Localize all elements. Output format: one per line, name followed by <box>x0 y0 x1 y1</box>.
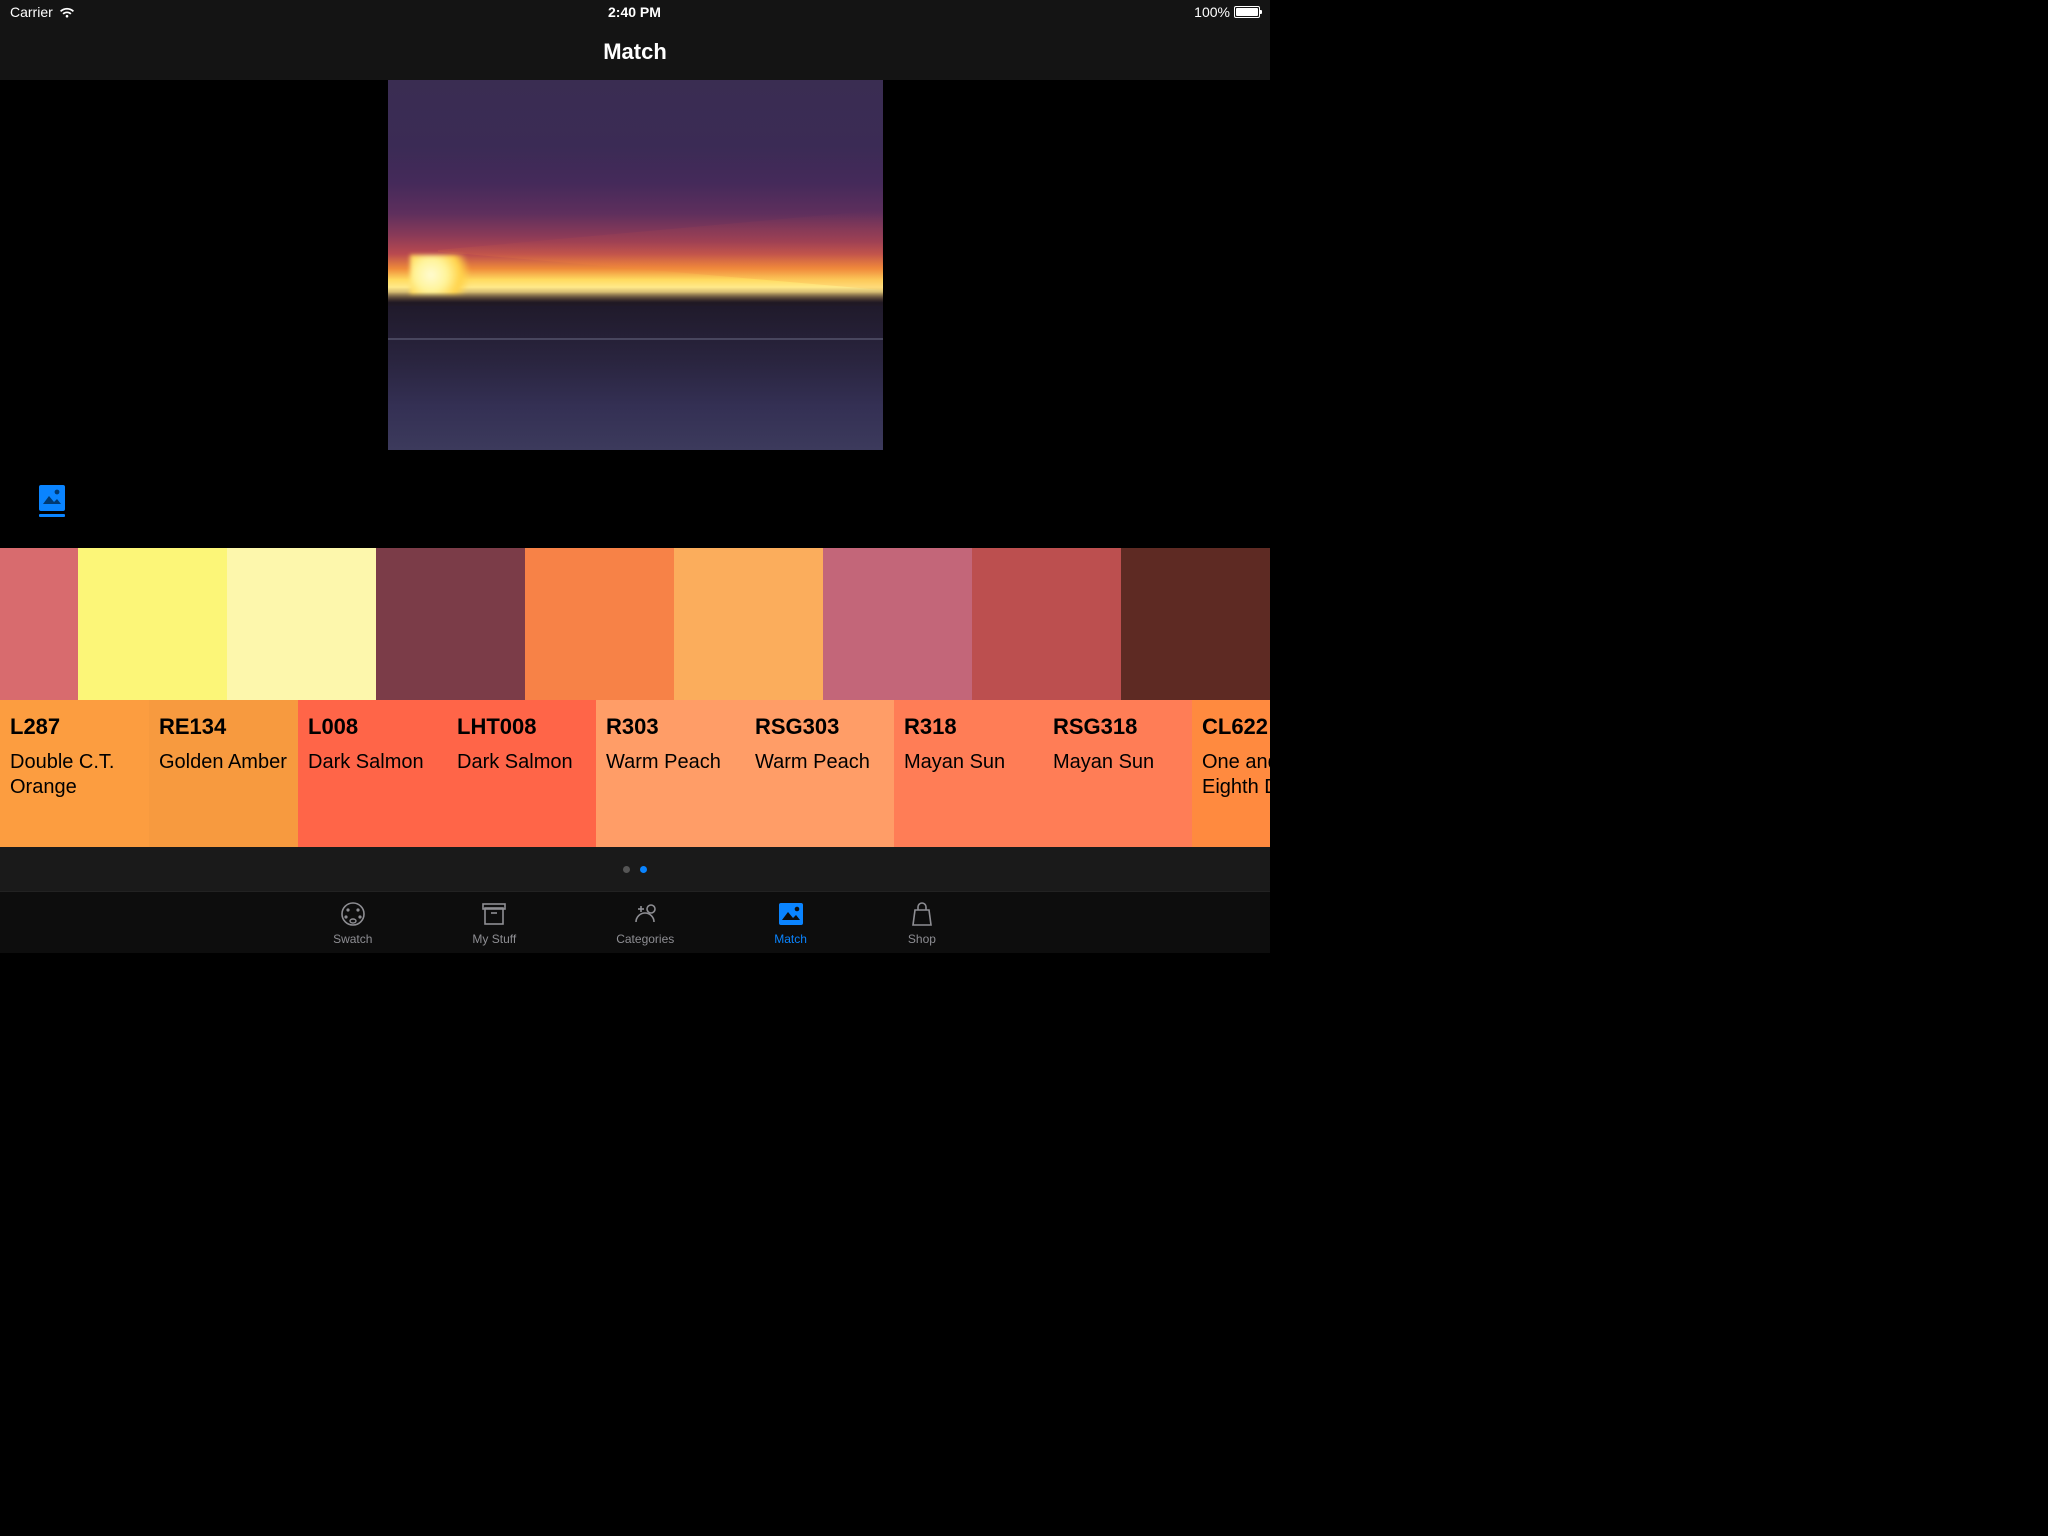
tab-match[interactable]: Match <box>774 900 807 946</box>
photo-library-button[interactable] <box>38 484 66 518</box>
carrier-label: Carrier <box>10 4 53 20</box>
gel-name: Dark Salmon <box>308 750 437 775</box>
tab-label: Shop <box>908 932 936 946</box>
tab-label: My Stuff <box>472 932 516 946</box>
color-swatch[interactable] <box>972 548 1121 700</box>
gel-name: Dark Salmon <box>457 750 586 775</box>
gel-name: Double C.T. Orange <box>10 750 139 800</box>
gel-name: Golden Amber <box>159 750 288 775</box>
gel-name: Warm Peach <box>606 750 735 775</box>
status-right: 100% <box>1194 4 1260 20</box>
gel-label[interactable]: RSG318 Mayan Sun <box>1043 700 1192 847</box>
status-left: Carrier <box>10 4 75 20</box>
gel-code: R318 <box>904 714 1033 740</box>
tab-bar: Swatch My Stuff Categories Match Shop <box>0 891 1270 953</box>
gel-label[interactable]: L287 Double C.T. Orange <box>0 700 149 847</box>
tab-shop[interactable]: Shop <box>907 900 937 946</box>
tab-mystuff[interactable]: My Stuff <box>472 900 516 946</box>
gel-code: L287 <box>10 714 139 740</box>
gel-code: L008 <box>308 714 437 740</box>
photo-area <box>0 80 1270 548</box>
wifi-icon <box>59 6 75 18</box>
tab-categories[interactable]: Categories <box>616 900 674 946</box>
page-indicator[interactable] <box>0 847 1270 891</box>
color-swatch[interactable] <box>227 548 376 700</box>
battery-percent: 100% <box>1194 4 1230 20</box>
page-title: Match <box>603 39 667 65</box>
page-dot[interactable] <box>640 866 647 873</box>
gel-name: Mayan Sun <box>904 750 1033 775</box>
tab-label: Categories <box>616 932 674 946</box>
color-swatch[interactable] <box>823 548 972 700</box>
gel-code: RSG303 <box>755 714 884 740</box>
gel-code: LHT008 <box>457 714 586 740</box>
nav-bar: Match <box>0 24 1270 80</box>
gel-label[interactable]: RE134 Golden Amber <box>149 700 298 847</box>
battery-icon <box>1234 6 1260 18</box>
gel-name: Mayan Sun <box>1053 750 1182 775</box>
gel-name: One and One Eighth Digital <box>1202 750 1270 800</box>
gel-label[interactable]: CL622 One and One Eighth Digital <box>1192 700 1270 847</box>
gel-code: CL622 <box>1202 714 1270 740</box>
color-swatch[interactable] <box>525 548 674 700</box>
color-swatch[interactable] <box>1121 548 1270 700</box>
tab-swatch[interactable]: Swatch <box>333 900 372 946</box>
swatch-row <box>0 548 1270 700</box>
tab-label: Match <box>774 932 807 946</box>
page-dot[interactable] <box>623 866 630 873</box>
gel-label[interactable]: RSG303 Warm Peach <box>745 700 894 847</box>
status-time: 2:40 PM <box>608 4 661 20</box>
gel-name: Warm Peach <box>755 750 884 775</box>
tab-label: Swatch <box>333 932 372 946</box>
gel-label[interactable]: LHT008 Dark Salmon <box>447 700 596 847</box>
gel-label[interactable]: R318 Mayan Sun <box>894 700 1043 847</box>
gel-code: R303 <box>606 714 735 740</box>
matched-photo[interactable] <box>388 80 883 450</box>
gel-label[interactable]: L008 Dark Salmon <box>298 700 447 847</box>
color-swatch[interactable] <box>0 548 78 700</box>
color-swatch[interactable] <box>674 548 823 700</box>
gel-label[interactable]: R303 Warm Peach <box>596 700 745 847</box>
status-bar: Carrier 2:40 PM 100% <box>0 0 1270 24</box>
gel-code: RE134 <box>159 714 288 740</box>
gel-code: RSG318 <box>1053 714 1182 740</box>
label-row: L287 Double C.T. Orange RE134 Golden Amber L… <box>0 700 1270 847</box>
color-swatch[interactable] <box>78 548 227 700</box>
color-swatch[interactable] <box>376 548 525 700</box>
